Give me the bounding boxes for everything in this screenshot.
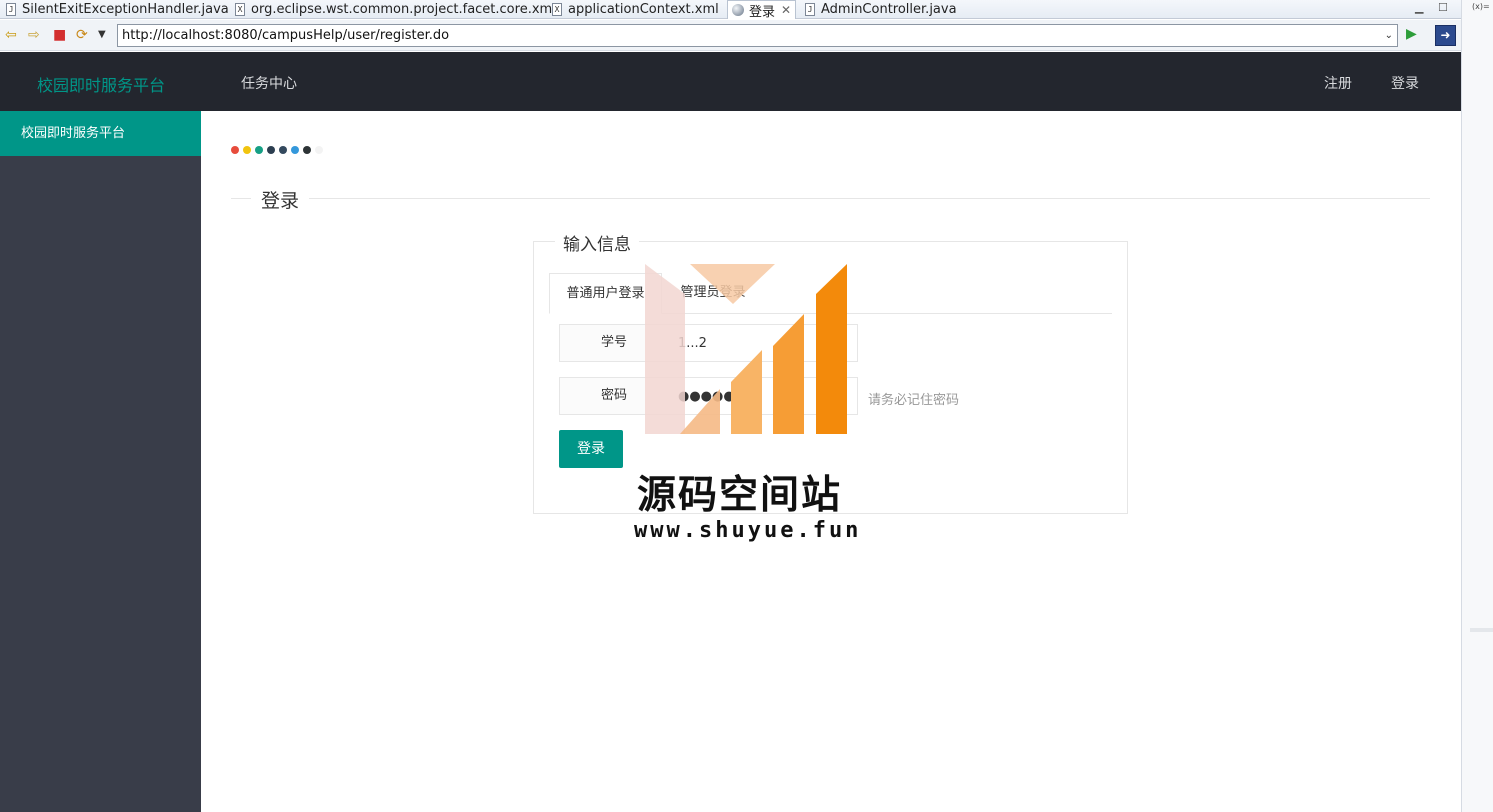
dropdown-arrow-icon[interactable]: ▼: [98, 26, 106, 44]
fieldset-title: 输入信息: [555, 230, 639, 255]
nav-task-center[interactable]: 任务中心: [241, 73, 297, 93]
watermark-shape-top: [690, 264, 775, 304]
external-browser-icon[interactable]: ➜: [1435, 25, 1456, 46]
go-icon[interactable]: ▶: [1406, 26, 1417, 42]
globe-icon: [732, 4, 744, 16]
sidebar-item-platform[interactable]: 校园即时服务平台: [0, 111, 201, 156]
editor-tab-label: applicationContext.xml: [568, 2, 719, 17]
decorative-dot: [267, 146, 275, 154]
editor-tab-label: SilentExitExceptionHandler.java: [22, 2, 229, 17]
minimize-icon[interactable]: ▁: [1415, 1, 1423, 14]
login-button[interactable]: 登录: [559, 430, 623, 468]
sidebar: 校园即时服务平台: [0, 111, 201, 812]
refresh-icon[interactable]: ⟳: [76, 26, 88, 44]
site-logo[interactable]: 校园即时服务平台: [37, 72, 165, 96]
watermark-bar-1: [731, 350, 762, 434]
watermark-shape-left: [645, 264, 685, 434]
stop-icon[interactable]: ■: [53, 26, 66, 44]
forward-arrow-icon[interactable]: ⇨: [28, 26, 40, 44]
browser-toolbar: ⇦ ⇨ ■ ⟳ ▼ http://localhost:8080/campusHe…: [0, 20, 1461, 51]
right-side-panel: [1461, 0, 1493, 812]
decorative-dot: [291, 146, 299, 154]
watermark-logo: [645, 264, 847, 434]
editor-tab-admin-controller[interactable]: J AdminController.java: [805, 0, 957, 19]
decorative-dot: [243, 146, 251, 154]
java-file-icon: J: [805, 3, 815, 16]
url-bar[interactable]: http://localhost:8080/campusHelp/user/re…: [117, 24, 1398, 47]
watermark-url: www.shuyue.fun: [634, 518, 862, 543]
editor-tab-facet-core-xml[interactable]: X org.eclipse.wst.common.project.facet.c…: [235, 0, 556, 19]
section-divider: [231, 198, 1430, 199]
decorative-dot: [255, 146, 263, 154]
watermark-shape-mid: [680, 389, 720, 434]
xml-file-icon: X: [552, 3, 562, 16]
decorative-dot: [315, 146, 323, 154]
maximize-icon[interactable]: ☐: [1438, 1, 1448, 14]
watermark-title: 源码空间站: [637, 473, 843, 518]
editor-tab-login-browser[interactable]: 登录 ✕: [727, 0, 797, 20]
back-arrow-icon[interactable]: ⇦: [5, 26, 17, 44]
editor-tab-label: org.eclipse.wst.common.project.facet.cor…: [251, 2, 556, 17]
decorative-dots: [231, 146, 323, 154]
nav-register[interactable]: 注册: [1324, 73, 1352, 93]
chevron-down-icon[interactable]: ⌄: [1385, 25, 1393, 46]
variables-view-label[interactable]: (x)=: [1472, 2, 1490, 11]
decorative-dot: [231, 146, 239, 154]
java-file-icon: J: [6, 3, 16, 16]
password-hint: 请务必记住密码: [868, 393, 960, 408]
xml-file-icon: X: [235, 3, 245, 16]
editor-tab-label: 登录: [749, 4, 776, 20]
nav-login[interactable]: 登录: [1391, 73, 1419, 93]
editor-tab-application-context[interactable]: X applicationContext.xml: [552, 0, 719, 19]
watermark-bar-3: [816, 264, 847, 434]
scroll-marker: [1470, 628, 1493, 632]
decorative-dot: [303, 146, 311, 154]
editor-tab-silent-exit-handler[interactable]: J SilentExitExceptionHandler.java: [6, 0, 229, 19]
site-header: 校园即时服务平台 任务中心 注册 登录: [0, 52, 1461, 111]
editor-tab-label: AdminController.java: [821, 2, 957, 17]
section-title: 登录: [251, 186, 310, 213]
decorative-dot: [279, 146, 287, 154]
editor-tab-strip: J SilentExitExceptionHandler.java X org.…: [0, 0, 1493, 20]
close-icon[interactable]: ✕: [781, 3, 791, 17]
watermark-bar-2: [773, 314, 804, 434]
url-text: http://localhost:8080/campusHelp/user/re…: [122, 28, 450, 43]
